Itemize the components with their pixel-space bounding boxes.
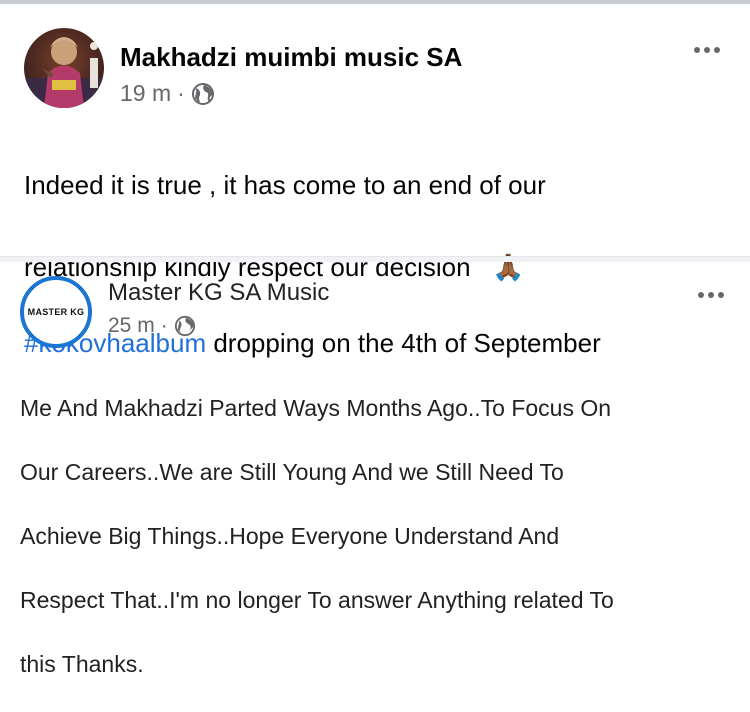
post-time[interactable]: 19 m — [120, 80, 171, 107]
post-text-line: Me And Makhadzi Parted Ways Months Ago..… — [20, 395, 612, 421]
globe-icon — [191, 82, 214, 105]
post-text-line: Indeed it is true , it has come to an en… — [24, 170, 546, 200]
author-name[interactable]: Master KG SA Music — [108, 279, 329, 307]
more-options-icon[interactable] — [698, 292, 724, 298]
post-text-line: this Thanks. — [20, 651, 144, 677]
post-makhadzi: Makhadzi muimbi music SA 19 m · Indeed i… — [0, 4, 750, 358]
avatar[interactable]: MASTER KG — [20, 276, 92, 348]
post-text-line: Achieve Big Things..Hope Everyone Unders… — [20, 523, 560, 549]
post-text: Me And Makhadzi Parted Ways Months Ago..… — [20, 360, 614, 712]
meta-separator: · — [160, 314, 168, 337]
post-meta: 25 m · — [108, 314, 196, 338]
avatar-logo-text: MASTER KG — [27, 307, 85, 317]
avatar[interactable] — [24, 28, 104, 108]
post-text-line: Our Careers..We are Still Young And we S… — [20, 459, 564, 485]
post-text-line: Respect That..I'm no longer To answer An… — [20, 587, 614, 613]
more-options-icon[interactable] — [694, 47, 720, 53]
post-meta: 19 m · — [120, 80, 215, 107]
avatar-photo — [24, 28, 104, 108]
meta-separator: · — [177, 80, 185, 106]
globe-icon — [174, 315, 195, 337]
post-master-kg: MASTER KG Master KG SA Music 25 m · Me A… — [0, 262, 750, 677]
author-name[interactable]: Makhadzi muimbi music SA — [120, 42, 462, 73]
post-time[interactable]: 25 m — [108, 314, 155, 338]
